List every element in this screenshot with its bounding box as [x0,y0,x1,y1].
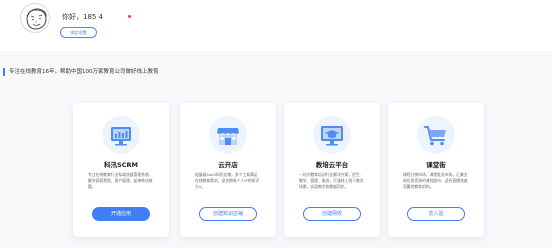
card-description: 课程分销市场，课程批发市场，汇集全网优质资源的课程超市，适合直播流量双赢的教育机… [403,172,468,189]
monitor-chart-icon [101,115,141,155]
bind-settings-button[interactable]: 绑定设置 [60,27,97,38]
open-app-button[interactable]: 开通应用 [92,207,150,221]
card-description: 专注在线教育行业私域流量管理系统，解决获客营销、客户管理、促单转化难题。 [88,172,153,189]
slogan-text: 专注在线教育16年，帮助中国100万家教育公司做好线上教育 [9,69,159,75]
card-title: 教培云平台 [315,161,349,169]
avatar[interactable] [20,3,50,33]
card-description: 轻量级SaaS知识店铺，多个工具满足在线教育需求，适合拥有个人IP的知识大V。 [195,172,260,189]
create-online-school-button[interactable]: 创建网校 [303,207,361,221]
card-title: 云开店 [218,161,238,169]
card-title: 科汛SCRM [104,161,138,169]
product-card-cloud-store: 云开店 轻量级SaaS知识店铺，多个工具满足在线教育需求，适合拥有个人IP的知识… [180,103,276,237]
graduation-cap-icon [312,115,352,155]
shopping-cart-icon [416,115,456,155]
create-knowledge-store-button[interactable]: 创建知识店铺 [199,207,257,221]
product-card-education-platform: 教培云平台 一站式教育培训行业解决方案，招生、教学、管理、服务，打通线上线下教学… [284,103,380,237]
product-card-scrm: 科汛SCRM 专注在线教育行业私域流量管理系统，解决获客营销、客户管理、促单转化… [73,103,169,237]
user-greeting: 你好，185 4 [62,13,104,21]
product-card-class-street: 课堂街 课程分销市场，课程批发市场，汇集全网优质资源的课程超市，适合直播流量双赢… [388,103,484,237]
cartoon-face-icon [26,8,47,30]
card-title: 课堂街 [426,161,446,169]
slogan-accent-bar [3,68,5,76]
header-divider [0,52,552,53]
storefront-icon [208,115,248,155]
join-now-button[interactable]: 去入驻 [407,207,465,221]
card-description: 一站式教育培训行业解决方案，招生、教学、管理、服务，打通线上线下教学场景，实现教… [299,172,364,189]
notification-dot [128,15,131,18]
profile-header: 你好，185 4 绑定设置 [0,0,552,52]
